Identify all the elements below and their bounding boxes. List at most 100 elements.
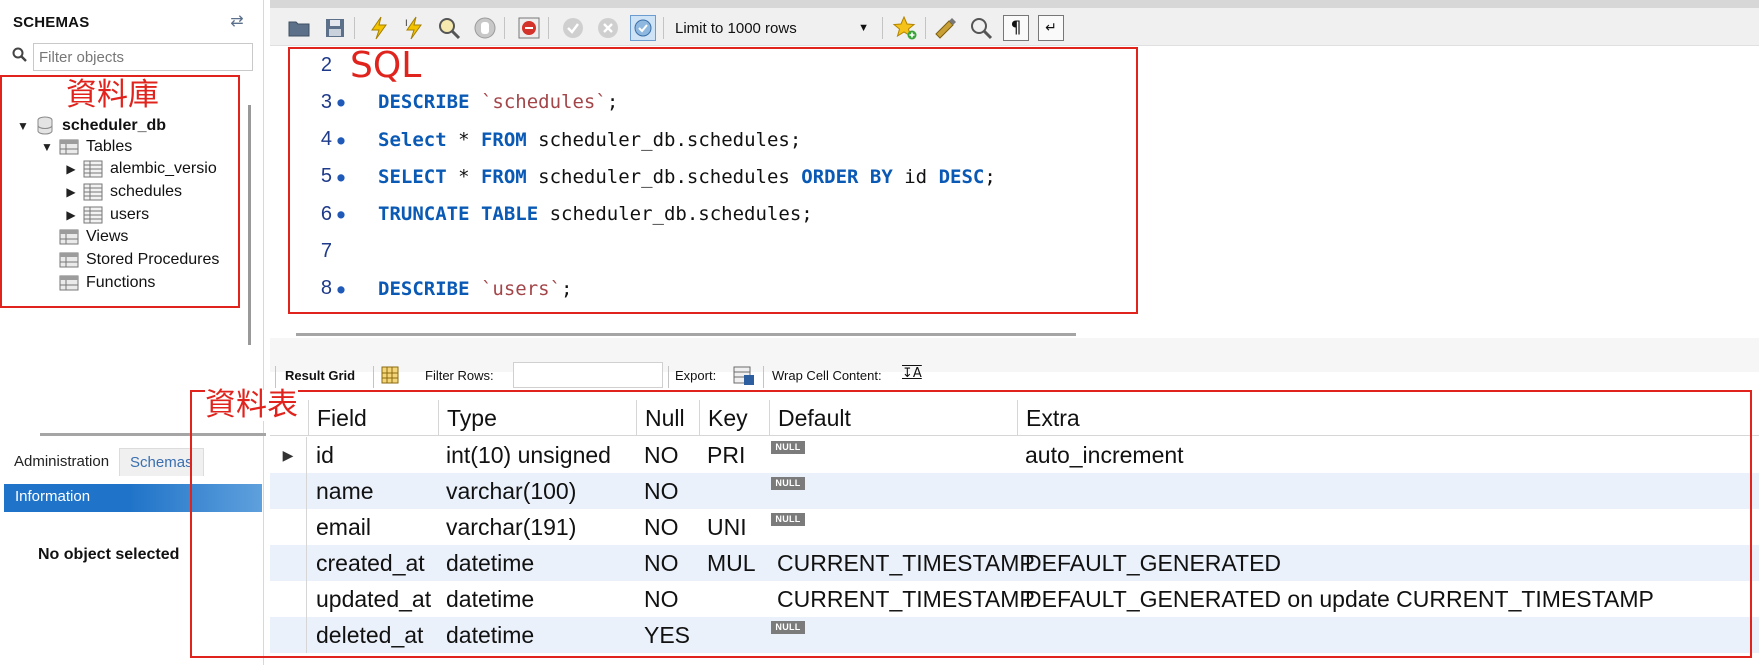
cell-null[interactable]: NO [636, 545, 699, 581]
explain-icon[interactable] [436, 15, 462, 41]
cell-null[interactable]: NO [636, 473, 699, 509]
cell-key[interactable]: PRI [699, 437, 769, 473]
column-header-null[interactable]: Null [636, 400, 699, 436]
result-grid-tab[interactable]: Result Grid [285, 368, 355, 383]
cell-extra[interactable] [1017, 509, 1759, 545]
result-grid[interactable]: Field Type Null Key Default Extra ▶ id int… [270, 400, 1759, 665]
execute-icon[interactable] [366, 15, 392, 41]
execute-current-icon[interactable]: I [401, 15, 427, 41]
row-header[interactable] [270, 473, 307, 509]
cell-extra[interactable] [1017, 473, 1759, 509]
column-header-default[interactable]: Default [769, 400, 1017, 436]
invisible-chars-icon[interactable]: ¶ [1003, 15, 1029, 41]
code-line[interactable]: 3 ● DESCRIBE `schedules`; [270, 87, 618, 117]
collapse-arrow-icon[interactable]: ▶ [64, 162, 78, 176]
grid-layout-icon[interactable] [380, 365, 400, 385]
beautify-icon[interactable] [933, 15, 959, 41]
cell-field[interactable]: id [308, 437, 438, 473]
bookmark-add-icon[interactable] [892, 15, 918, 41]
tree-item-stored-procedures[interactable]: Stored Procedures [54, 248, 219, 272]
cell-extra[interactable] [1017, 617, 1759, 653]
row-header[interactable] [270, 545, 307, 581]
cell-type[interactable]: int(10) unsigned [438, 437, 636, 473]
autocommit-icon[interactable] [630, 15, 656, 41]
tab-schemas[interactable]: Schemas [119, 448, 204, 476]
cell-type[interactable]: datetime [438, 617, 636, 653]
code-line[interactable]: 8 ● DESCRIBE `users`; [270, 274, 573, 304]
open-folder-icon[interactable] [286, 15, 312, 41]
cell-extra[interactable]: auto_increment [1017, 437, 1759, 473]
code-line[interactable]: 5 ● SELECT * FROM scheduler_db.schedules O… [270, 162, 996, 192]
cell-null[interactable]: NO [636, 437, 699, 473]
tree-item-table[interactable]: ▶ users [64, 203, 149, 227]
cell-key[interactable] [699, 581, 769, 617]
panel-splitter[interactable] [40, 433, 266, 436]
table-row[interactable]: deleted_at datetime YES NULL [270, 617, 1759, 653]
cell-type[interactable]: datetime [438, 581, 636, 617]
limit-rows-select[interactable]: Limit to 1000 rows ▼ [670, 15, 875, 41]
expand-arrow-icon[interactable]: ▼ [40, 140, 54, 154]
cell-key[interactable]: UNI [699, 509, 769, 545]
export-icon[interactable] [732, 365, 756, 387]
cell-field[interactable]: deleted_at [308, 617, 438, 653]
current-row-arrow-icon[interactable]: ▶ [270, 437, 307, 473]
sql-editor[interactable]: 2 3 ● DESCRIBE `schedules`; 4 ● Select * FROM … [270, 46, 1759, 372]
row-header[interactable] [270, 617, 307, 653]
tab-administration[interactable]: Administration [4, 448, 119, 476]
cell-key[interactable]: MUL [699, 545, 769, 581]
cell-type[interactable]: varchar(191) [438, 509, 636, 545]
cell-field[interactable]: updated_at [308, 581, 438, 617]
cell-null[interactable]: YES [636, 617, 699, 653]
find-icon[interactable] [968, 15, 994, 41]
cell-extra[interactable]: DEFAULT_GENERATED [1017, 545, 1759, 581]
save-icon[interactable] [322, 15, 348, 41]
filter-objects-input[interactable] [33, 43, 253, 71]
collapse-arrow-icon[interactable]: ▶ [64, 208, 78, 222]
column-header-key[interactable]: Key [699, 400, 769, 436]
code-line[interactable]: 4 ● Select * FROM scheduler_db.schedules; [270, 125, 801, 155]
table-row[interactable]: created_at datetime NO MUL CURRENT_TIMESTAMP… [270, 545, 1759, 581]
cell-field[interactable]: email [308, 509, 438, 545]
wrap-icon[interactable]: ↵ [1038, 15, 1064, 41]
tree-item-functions[interactable]: Functions [54, 271, 155, 295]
cell-field[interactable]: name [308, 473, 438, 509]
expand-arrow-icon[interactable]: ▼ [16, 119, 30, 133]
tree-item-table[interactable]: ▶ schedules [64, 180, 182, 204]
tree-item-table[interactable]: ▶ alembic_versio [64, 157, 217, 181]
column-header-field[interactable]: Field [308, 400, 438, 436]
row-header[interactable] [270, 509, 307, 545]
wrap-cell-icon[interactable]: ↧A [902, 366, 922, 381]
cell-default[interactable]: NULL [769, 473, 1017, 509]
table-row[interactable]: updated_at datetime NO CURRENT_TIMESTAMP DEF… [270, 581, 1759, 617]
collapse-arrow-icon[interactable]: ▶ [64, 185, 78, 199]
stop-icon[interactable] [472, 15, 498, 41]
rollback-icon[interactable] [595, 15, 621, 41]
cell-default[interactable]: NULL [769, 509, 1017, 545]
column-header-extra[interactable]: Extra [1017, 400, 1759, 436]
cell-field[interactable]: created_at [308, 545, 438, 581]
toggle-error-icon[interactable] [516, 15, 542, 41]
editor-horizontal-scrollbar[interactable] [296, 333, 1076, 336]
row-header[interactable] [270, 581, 307, 617]
cell-null[interactable]: NO [636, 581, 699, 617]
code-line[interactable]: 7 [270, 237, 378, 267]
tree-scrollbar[interactable] [248, 105, 251, 345]
refresh-icon[interactable]: ⇄ [226, 12, 248, 32]
code-line[interactable]: 6 ● TRUNCATE TABLE scheduler_db.schedules; [270, 199, 813, 229]
table-row[interactable]: ▶ id int(10) unsigned NO PRI NULL auto_increme… [270, 437, 1759, 473]
table-row[interactable]: name varchar(100) NO NULL [270, 473, 1759, 509]
filter-rows-input[interactable] [513, 362, 663, 388]
cell-null[interactable]: NO [636, 509, 699, 545]
column-header-type[interactable]: Type [438, 400, 636, 436]
cell-key[interactable] [699, 473, 769, 509]
cell-default[interactable]: CURRENT_TIMESTAMP [769, 581, 1035, 617]
cell-default[interactable]: CURRENT_TIMESTAMP [769, 545, 1035, 581]
commit-icon[interactable] [560, 15, 586, 41]
cell-type[interactable]: datetime [438, 545, 636, 581]
cell-default[interactable]: NULL [769, 437, 1017, 473]
table-row[interactable]: email varchar(191) NO UNI NULL [270, 509, 1759, 545]
cell-default[interactable]: NULL [769, 617, 1017, 653]
tree-item-views[interactable]: Views [54, 225, 128, 249]
cell-extra[interactable]: DEFAULT_GENERATED on update CURRENT_TIME… [1017, 581, 1759, 617]
tree-item-tables[interactable]: ▼ Tables [40, 135, 132, 159]
